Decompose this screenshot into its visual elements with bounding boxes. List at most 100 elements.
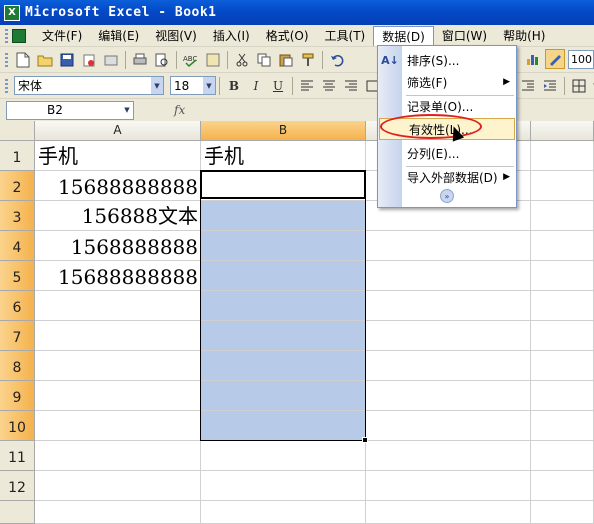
cell-d6[interactable]	[531, 291, 594, 321]
increase-indent-icon[interactable]	[540, 76, 560, 96]
row-header-4[interactable]: 4	[0, 231, 35, 261]
chevron-down-icon[interactable]: ▼	[203, 77, 215, 94]
cell-c10[interactable]	[366, 411, 531, 441]
spelling-icon[interactable]: ABC	[181, 50, 201, 70]
cell-b9[interactable]	[201, 381, 366, 411]
menu-tools[interactable]: 工具(T)	[317, 26, 374, 46]
cell-d12[interactable]	[531, 471, 594, 501]
column-header-b[interactable]: B	[201, 121, 366, 141]
print-preview-icon[interactable]	[152, 50, 172, 70]
cell-c8[interactable]	[366, 351, 531, 381]
cell-c5[interactable]	[366, 261, 531, 291]
expand-menu-icon[interactable]: »	[440, 189, 454, 203]
menu-format[interactable]: 格式(O)	[258, 26, 317, 46]
cell-c9[interactable]	[366, 381, 531, 411]
undo-icon[interactable]	[327, 50, 347, 70]
row-header-5[interactable]: 5	[0, 261, 35, 291]
chevron-down-icon[interactable]: ▼	[151, 77, 163, 94]
menu-data[interactable]: 数据(D)	[373, 25, 434, 46]
cell-a7[interactable]	[35, 321, 201, 351]
cell-b10[interactable]	[201, 411, 366, 441]
cell-b11[interactable]	[201, 441, 366, 471]
menu-item-validation[interactable]: 有效性(L)...	[379, 118, 515, 140]
cell-a6[interactable]	[35, 291, 201, 321]
cell-a4[interactable]: 1568888888	[35, 231, 201, 261]
cell-c12[interactable]	[366, 471, 531, 501]
menu-item-sort[interactable]: A↓ 排序(S)...	[378, 49, 516, 71]
cell-b7[interactable]	[201, 321, 366, 351]
cell-b8[interactable]	[201, 351, 366, 381]
cell-a2[interactable]: 15688888888	[35, 171, 201, 201]
save-icon[interactable]	[57, 50, 77, 70]
zoom-input[interactable]: 100	[568, 49, 594, 69]
cell-d4[interactable]	[531, 231, 594, 261]
cell-a8[interactable]	[35, 351, 201, 381]
workbook-icon[interactable]	[12, 28, 26, 43]
align-right-icon[interactable]	[341, 76, 361, 96]
font-size-select[interactable]: 18 ▼	[170, 76, 216, 95]
cell-d10[interactable]	[531, 411, 594, 441]
cell-c7[interactable]	[366, 321, 531, 351]
cell-b3[interactable]	[201, 201, 366, 231]
menu-window[interactable]: 窗口(W)	[434, 26, 495, 46]
cell-b13[interactable]	[201, 501, 366, 524]
cell-d8[interactable]	[531, 351, 594, 381]
cell-a3[interactable]: 156888文本	[35, 201, 201, 231]
menu-edit[interactable]: 编辑(E)	[90, 26, 147, 46]
cell-c11[interactable]	[366, 441, 531, 471]
row-header-8[interactable]: 8	[0, 351, 35, 381]
cell-a9[interactable]	[35, 381, 201, 411]
name-box[interactable]: B2 ▼	[6, 100, 134, 120]
menu-item-text-to-columns[interactable]: 分列(E)...	[378, 142, 516, 164]
cell-d2[interactable]	[531, 171, 594, 201]
permission-icon[interactable]	[79, 50, 99, 70]
select-all-corner[interactable]	[0, 121, 35, 141]
font-name-select[interactable]: 宋体 ▼	[14, 76, 164, 95]
cell-b5[interactable]	[201, 261, 366, 291]
cell-a11[interactable]	[35, 441, 201, 471]
toolbar-grip[interactable]	[5, 28, 8, 43]
cell-c4[interactable]	[366, 231, 531, 261]
borders-icon[interactable]	[569, 76, 589, 96]
menu-item-import-external[interactable]: 导入外部数据(D) ▶	[378, 166, 516, 188]
cell-b4[interactable]	[201, 231, 366, 261]
cell-d7[interactable]	[531, 321, 594, 351]
row-header-12[interactable]: 12	[0, 471, 35, 501]
decrease-indent-icon[interactable]	[518, 76, 538, 96]
cell-a10[interactable]	[35, 411, 201, 441]
align-left-icon[interactable]	[297, 76, 317, 96]
print-icon[interactable]	[130, 50, 150, 70]
row-header-6[interactable]: 6	[0, 291, 35, 321]
chevron-down-icon[interactable]: ▼	[121, 102, 133, 119]
row-header-1[interactable]: 1	[0, 141, 35, 171]
cell-a12[interactable]	[35, 471, 201, 501]
cell-d9[interactable]	[531, 381, 594, 411]
research-icon[interactable]	[203, 50, 223, 70]
cell-d11[interactable]	[531, 441, 594, 471]
cell-a1[interactable]: 手机	[35, 141, 201, 171]
italic-button[interactable]: I	[246, 76, 266, 96]
cut-icon[interactable]	[232, 50, 252, 70]
open-icon[interactable]	[35, 50, 55, 70]
toolbar-grip[interactable]	[5, 52, 8, 67]
column-header-d[interactable]	[531, 121, 594, 141]
cell-a5[interactable]: 15688888888	[35, 261, 201, 291]
cell-d5[interactable]	[531, 261, 594, 291]
menu-item-filter[interactable]: 筛选(F) ▶	[378, 71, 516, 93]
cell-c13[interactable]	[366, 501, 531, 524]
email-icon[interactable]	[101, 50, 121, 70]
cell-b12[interactable]	[201, 471, 366, 501]
cell-b2[interactable]	[201, 171, 366, 201]
fx-icon[interactable]: fx	[174, 103, 185, 117]
menu-item-form[interactable]: 记录单(O)...	[378, 95, 516, 117]
bold-button[interactable]: B	[224, 76, 244, 96]
cell-d3[interactable]	[531, 201, 594, 231]
menu-view[interactable]: 视图(V)	[147, 26, 205, 46]
cell-d1[interactable]	[531, 141, 594, 171]
chart-wizard-icon[interactable]	[523, 49, 543, 69]
cell-b6[interactable]	[201, 291, 366, 321]
row-header-2[interactable]: 2	[0, 171, 35, 201]
toolbar-grip[interactable]	[5, 78, 8, 93]
underline-button[interactable]: U	[268, 76, 288, 96]
cell-c6[interactable]	[366, 291, 531, 321]
